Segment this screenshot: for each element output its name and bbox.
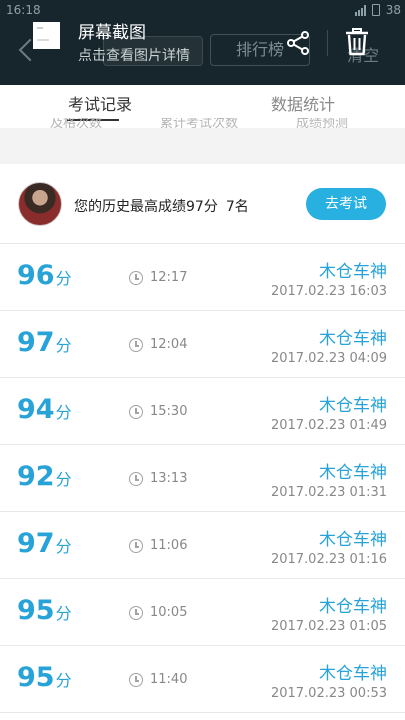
record-score: 97分 (17, 327, 72, 358)
score-value: 95 (17, 595, 55, 626)
record-username: 木仓车神 (319, 664, 387, 684)
notification-subtitle: 点击查看图片详情 (78, 48, 190, 64)
start-exam-button[interactable]: 去考试 (306, 188, 386, 220)
score-unit: 分 (55, 537, 72, 556)
avatar[interactable] (18, 182, 62, 226)
record-score: 96分 (17, 260, 72, 291)
record-row[interactable]: 95分 10:05 木仓车神 2017.02.23 01:05 (0, 579, 405, 646)
best-score-text: 您的历史最高成绩97分 7名 (74, 196, 249, 216)
record-score: 97分 (17, 528, 72, 559)
clock-icon (129, 338, 143, 352)
record-date: 2017.02.23 01:31 (270, 485, 387, 500)
score-unit: 分 (55, 470, 72, 489)
clock-icon (129, 539, 143, 553)
record-row[interactable]: 94分 15:30 木仓车神 2017.02.23 01:49 (0, 378, 405, 445)
score-value: 97 (17, 528, 55, 559)
record-date: 2017.02.23 04:09 (270, 351, 387, 366)
record-row[interactable]: 96分 12:17 木仓车神 2017.02.23 16:03 (0, 244, 405, 311)
record-duration: 10:05 (150, 605, 188, 620)
score-unit: 分 (55, 604, 72, 623)
score-unit: 分 (55, 671, 72, 690)
score-unit: 分 (55, 269, 72, 288)
record-date: 2017.02.23 00:53 (270, 686, 387, 701)
stat-label: 及格次数 (50, 118, 103, 128)
clock-icon (129, 606, 143, 620)
record-row[interactable]: 92分 13:13 木仓车神 2017.02.23 01:31 (0, 445, 405, 512)
best-score-card: 您的历史最高成绩97分 7名 去考试 (0, 164, 405, 244)
record-date: 2017.02.23 16:03 (270, 284, 387, 299)
best-score-label: 您的历史最高成绩97分 (74, 199, 218, 215)
divider (327, 30, 328, 56)
record-row[interactable]: 97分 12:04 木仓车神 2017.02.23 04:09 (0, 311, 405, 378)
stat-label: 累计考试次数 (160, 118, 239, 128)
record-username: 木仓车神 (319, 463, 387, 483)
record-username: 木仓车神 (319, 262, 387, 282)
record-score: 95分 (17, 595, 72, 626)
record-score: 94分 (17, 394, 72, 425)
tab-data-statistics[interactable]: 数据统计 (271, 91, 335, 115)
score-value: 95 (17, 662, 55, 693)
status-icons: 38 (354, 3, 401, 17)
share-icon[interactable] (285, 30, 311, 56)
record-score: 92分 (17, 461, 72, 492)
best-rank: 7名 (225, 199, 249, 215)
status-bar: 16:18 38 (0, 0, 405, 22)
record-duration: 15:30 (150, 404, 188, 419)
tab-exam-records[interactable]: 考试记录 (68, 91, 132, 115)
notification-title: 屏幕截图 (78, 23, 146, 43)
record-duration: 11:40 (150, 672, 188, 687)
status-time: 16:18 (6, 3, 41, 17)
record-duration: 11:06 (150, 538, 188, 553)
score-value: 97 (17, 327, 55, 358)
battery-icon (371, 4, 380, 16)
clock-icon (129, 405, 143, 419)
section-gap (0, 128, 405, 164)
record-row[interactable]: 97分 11:06 木仓车神 2017.02.23 01:16 (0, 512, 405, 579)
record-username: 木仓车神 (319, 597, 387, 617)
record-username: 木仓车神 (319, 530, 387, 550)
record-row[interactable]: 95分 11:40 木仓车神 2017.02.23 00:53 (0, 646, 405, 713)
record-score: 95分 (17, 662, 72, 693)
score-unit: 分 (55, 403, 72, 422)
record-duration: 12:17 (150, 270, 188, 285)
screenshot-thumbnail (33, 22, 60, 49)
clock-icon (129, 472, 143, 486)
screenshot-notification[interactable]: 16:18 38 排行榜 清空 屏幕截图 点击查看图片详情 (0, 0, 405, 85)
battery-level: 38 (385, 3, 401, 17)
clock-icon (129, 673, 143, 687)
signal-icon (354, 4, 366, 16)
record-date: 2017.02.23 01:49 (270, 418, 387, 433)
score-value: 94 (17, 394, 55, 425)
score-unit: 分 (55, 336, 72, 355)
score-value: 92 (17, 461, 55, 492)
clock-icon (129, 271, 143, 285)
cut-off-stat-labels: 及格次数 累计考试次数 成绩预测 (0, 118, 405, 128)
trash-icon[interactable] (345, 28, 369, 56)
record-date: 2017.02.23 01:05 (270, 619, 387, 634)
score-value: 96 (17, 260, 55, 291)
record-username: 木仓车神 (319, 329, 387, 349)
record-duration: 12:04 (150, 337, 188, 352)
record-duration: 13:13 (150, 471, 188, 486)
record-username: 木仓车神 (319, 396, 387, 416)
exam-records-list: 96分 12:17 木仓车神 2017.02.23 16:03 97分 12:0… (0, 244, 405, 713)
record-date: 2017.02.23 01:16 (270, 552, 387, 567)
stat-label: 成绩预测 (296, 118, 349, 128)
